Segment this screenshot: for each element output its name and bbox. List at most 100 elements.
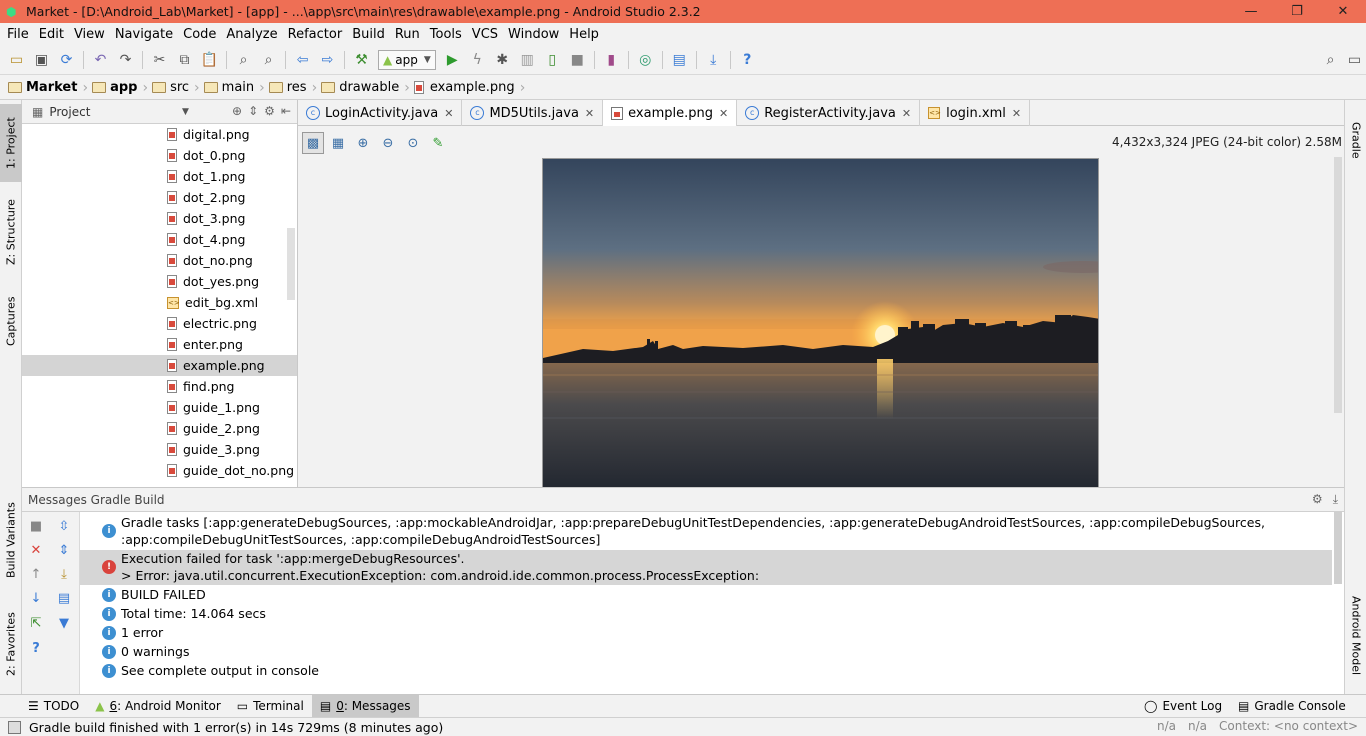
tool-tab-gradle-console[interactable]: ▤ Gradle Console: [1230, 695, 1354, 718]
tool-tab-captures[interactable]: Captures: [0, 286, 22, 356]
profile-icon[interactable]: ▥: [516, 49, 538, 71]
forward-icon[interactable]: ⇨: [317, 49, 339, 71]
tool-tab-gradle[interactable]: Gradle: [1345, 108, 1366, 172]
tool-tab-messages[interactable]: ▤ 0: Messages: [311, 694, 419, 718]
message-total-time[interactable]: i Total time: 14.064 secs: [80, 605, 1332, 624]
menu-code[interactable]: Code: [178, 27, 221, 42]
close-window-button[interactable]: ✕: [1320, 0, 1366, 23]
scrollbar[interactable]: [1334, 157, 1342, 413]
menu-window[interactable]: Window: [503, 27, 564, 42]
menu-refactor[interactable]: Refactor: [283, 27, 348, 42]
scrollbar[interactable]: [1334, 512, 1342, 584]
tool-tab-favorites[interactable]: 2: Favorites: [0, 602, 22, 686]
hide-icon[interactable]: ⤓: [1333, 492, 1338, 507]
menu-build[interactable]: Build: [347, 27, 390, 42]
stop-icon[interactable]: ■: [26, 516, 46, 536]
expand-all-icon[interactable]: ⇳: [54, 516, 74, 536]
project-structure-icon[interactable]: ▤: [668, 49, 690, 71]
run-icon[interactable]: ▶: [441, 49, 463, 71]
back-icon[interactable]: ⇦: [292, 49, 314, 71]
tool-tab-event-log[interactable]: ◯ Event Log: [1136, 695, 1230, 718]
tree-item[interactable]: example.png: [22, 355, 297, 376]
tree-item[interactable]: guide_1.png: [22, 397, 297, 418]
tool-tab-android-monitor[interactable]: ▲ 6: Android Monitor: [87, 695, 229, 718]
copy-icon[interactable]: ⧉: [174, 49, 196, 71]
breadcrumb-main[interactable]: main ›: [203, 80, 265, 96]
menu-run[interactable]: Run: [390, 27, 425, 42]
tab-login-activity[interactable]: c LoginActivity.java ✕: [298, 100, 463, 126]
help-icon[interactable]: ?: [736, 49, 758, 71]
breadcrumb-example-png[interactable]: example.png ›: [413, 80, 525, 96]
tree-item[interactable]: find.png: [22, 376, 297, 397]
message-build-failed[interactable]: i BUILD FAILED: [80, 586, 1332, 605]
hide-icon[interactable]: ⇤: [281, 104, 291, 118]
gradle-sync-icon[interactable]: ◎: [634, 49, 656, 71]
stop-icon[interactable]: ■: [566, 49, 588, 71]
chessboard-toggle-icon[interactable]: ▩: [302, 132, 324, 154]
tool-tab-structure[interactable]: Z: Structure: [0, 192, 22, 272]
message-gradle-tasks[interactable]: i Gradle tasks [:app:generateDebugSource…: [80, 514, 1332, 550]
close-icon[interactable]: ✕: [1012, 107, 1021, 120]
close-icon[interactable]: ✕: [26, 540, 46, 560]
close-icon[interactable]: ✕: [902, 107, 911, 120]
tree-item[interactable]: dot_2.png: [22, 187, 297, 208]
replace-icon[interactable]: ⌕: [258, 49, 280, 71]
close-icon[interactable]: ✕: [444, 107, 453, 120]
tool-tab-terminal[interactable]: ▭ Terminal: [229, 695, 312, 718]
tool-tab-project[interactable]: 1: Project: [0, 104, 22, 182]
tree-item[interactable]: guide_2.png: [22, 418, 297, 439]
close-icon[interactable]: ✕: [719, 107, 728, 120]
tree-item[interactable]: dot_yes.png: [22, 271, 297, 292]
instant-run-icon[interactable]: ϟ: [466, 49, 488, 71]
breadcrumb-app[interactable]: app ›: [92, 80, 148, 96]
tree-item[interactable]: dot_0.png: [22, 145, 297, 166]
undo-icon[interactable]: ↶: [90, 49, 112, 71]
redo-icon[interactable]: ↷: [115, 49, 137, 71]
menu-view[interactable]: View: [69, 27, 110, 42]
scrollbar[interactable]: [287, 228, 295, 300]
menu-navigate[interactable]: Navigate: [110, 27, 178, 42]
tool-tab-build-variants[interactable]: Build Variants: [0, 492, 22, 588]
tree-item[interactable]: enter.png: [22, 334, 297, 355]
grid-toggle-icon[interactable]: ▦: [327, 132, 349, 154]
menu-edit[interactable]: Edit: [34, 27, 69, 42]
tool-tab-android-model[interactable]: Android Model: [1345, 586, 1366, 686]
arrow-up-icon[interactable]: ↑: [26, 564, 46, 584]
minimize-button[interactable]: —: [1228, 0, 1274, 23]
breadcrumb-market[interactable]: Market ›: [8, 80, 88, 96]
sdk-manager-icon[interactable]: ⤓: [702, 49, 724, 71]
attach-debugger-icon[interactable]: ▯: [541, 49, 563, 71]
tab-login-xml[interactable]: <> login.xml ✕: [920, 100, 1031, 126]
menu-help[interactable]: Help: [564, 27, 604, 42]
help-icon[interactable]: ?: [26, 638, 46, 658]
tree-item[interactable]: guide_dot_no.png: [22, 460, 297, 481]
maximize-button[interactable]: ❐: [1274, 0, 1320, 23]
layout-icon[interactable]: ▭: [1344, 49, 1366, 71]
paste-icon[interactable]: 📋: [199, 49, 221, 71]
autoscroll-icon[interactable]: ⇱: [26, 613, 46, 633]
tree-item[interactable]: dot_3.png: [22, 208, 297, 229]
tree-item[interactable]: electric.png: [22, 313, 297, 334]
settings-icon[interactable]: ⚙: [1312, 492, 1323, 507]
tool-tab-todo[interactable]: ☰ TODO: [20, 695, 87, 718]
save-all-icon[interactable]: ▣: [31, 49, 53, 71]
make-project-icon[interactable]: ⚒: [351, 49, 373, 71]
actual-size-icon[interactable]: ⊙: [402, 132, 424, 154]
cut-icon[interactable]: ✂: [149, 49, 171, 71]
color-picker-icon[interactable]: ✎: [427, 132, 449, 154]
collapse-all-icon[interactable]: ⇕: [248, 104, 258, 118]
chevron-down-icon[interactable]: ▼: [182, 107, 189, 117]
message-see-output[interactable]: i See complete output in console: [80, 662, 1332, 681]
zoom-in-icon[interactable]: ⊕: [352, 132, 374, 154]
message-error[interactable]: ! Execution failed for task ':app:mergeD…: [80, 550, 1332, 585]
collapse-all-icon[interactable]: ⇕: [54, 540, 74, 560]
message-warning-count[interactable]: i 0 warnings: [80, 643, 1332, 662]
avd-manager-icon[interactable]: ▮: [600, 49, 622, 71]
tree-item[interactable]: guide_3.png: [22, 439, 297, 460]
close-icon[interactable]: ✕: [585, 107, 594, 120]
search-everywhere-icon[interactable]: ⌕: [1320, 49, 1342, 71]
sync-icon[interactable]: ⟳: [56, 49, 78, 71]
tree-item[interactable]: dot_no.png: [22, 250, 297, 271]
settings-icon[interactable]: ⚙: [264, 104, 275, 118]
find-icon[interactable]: ⌕: [233, 49, 255, 71]
